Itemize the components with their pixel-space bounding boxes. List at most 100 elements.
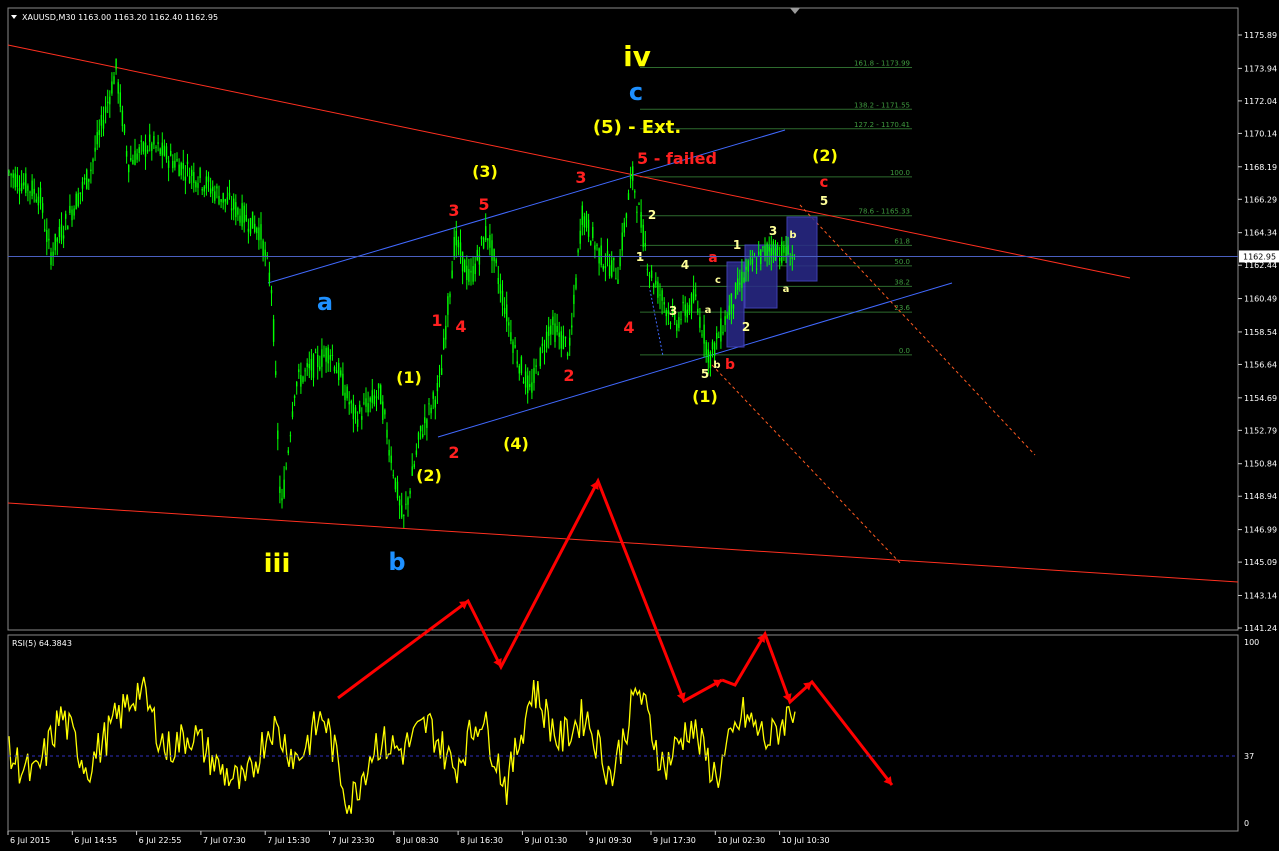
candle-body: [323, 354, 325, 357]
wave-label: (2): [812, 146, 838, 165]
candle-body: [224, 199, 226, 202]
candle-body: [489, 235, 491, 248]
candle-body: [716, 332, 718, 339]
candle-body: [436, 382, 439, 392]
candle-body: [602, 265, 604, 270]
candle-body: [396, 481, 399, 499]
candle-body: [111, 81, 113, 94]
time-tick-label: 7 Jul 15:30: [267, 836, 310, 845]
fib-level-label: 138.2 - 1171.55: [854, 101, 910, 109]
candle-body: [155, 146, 157, 148]
candle-body: [317, 354, 319, 368]
candle-body: [665, 309, 667, 317]
candle-body: [245, 215, 247, 221]
candle-body: [107, 101, 109, 104]
candle-body: [503, 308, 506, 314]
candle-body: [653, 284, 655, 288]
candle-body: [41, 203, 44, 213]
candle-body: [398, 499, 401, 506]
candle-body: [613, 257, 615, 261]
wave-label: b: [713, 360, 720, 371]
candle-body: [564, 336, 567, 339]
candle-body: [695, 294, 697, 297]
candle-body: [79, 192, 82, 194]
candle-body: [539, 348, 541, 367]
candle-body: [422, 434, 424, 438]
candle-body: [501, 290, 504, 306]
candle-body: [239, 215, 241, 223]
fib-level-label: 78.6 - 1165.33: [858, 208, 910, 216]
candle-body: [632, 166, 634, 181]
candle-body: [10, 173, 12, 176]
candle-body: [50, 252, 52, 265]
candle-body: [350, 400, 352, 404]
candle-body: [543, 350, 546, 352]
candle-body: [344, 392, 346, 401]
candle-body: [617, 279, 619, 284]
price-tick-label: 1164.34: [1244, 229, 1277, 238]
candle-body: [310, 358, 313, 371]
candle-body: [741, 271, 743, 288]
candle-body: [518, 365, 520, 374]
wave-label: 5: [820, 194, 828, 208]
candle-body: [382, 401, 384, 420]
wave-label: 3: [448, 201, 459, 220]
candle-body: [743, 277, 745, 283]
candle-body: [577, 249, 579, 253]
candle-body: [787, 244, 789, 255]
price-tick-label: 1170.14: [1244, 129, 1277, 138]
candle-body: [256, 227, 258, 234]
price-tick-label: 1143.14: [1244, 591, 1277, 600]
candle-body: [119, 92, 121, 107]
candle-body: [287, 450, 289, 453]
candle-body: [592, 226, 594, 239]
candle-body: [304, 370, 306, 372]
candle-body: [283, 479, 285, 498]
candle-body: [321, 349, 323, 367]
candle-body: [302, 376, 304, 383]
fib-level-label: 61.8: [894, 237, 910, 245]
candle-body: [369, 397, 371, 402]
candle-body: [493, 248, 495, 262]
candle-body: [550, 325, 552, 335]
candle-body: [222, 193, 224, 203]
candle-body: [308, 363, 310, 369]
candle-body: [220, 199, 222, 202]
candle-body: [182, 163, 184, 169]
candle-body: [243, 205, 245, 223]
candle-body: [512, 341, 514, 353]
candle-body: [212, 186, 214, 192]
candle-body: [755, 268, 758, 270]
candle-body: [33, 188, 35, 194]
candle-body: [329, 355, 331, 360]
candle-body: [293, 395, 296, 399]
candle-body: [737, 278, 739, 290]
price-tick-label: 1156.64: [1244, 360, 1277, 369]
candle-body: [703, 324, 705, 344]
wave-label: c: [715, 275, 721, 286]
candle-body: [587, 219, 590, 237]
wave-label: a: [705, 305, 712, 316]
candle-body: [497, 277, 499, 284]
wave-label: c: [629, 78, 643, 106]
candle-body: [642, 224, 644, 248]
candle-body: [39, 187, 42, 203]
candle-body: [191, 169, 193, 177]
candle-body: [77, 193, 79, 207]
candle-body: [165, 146, 168, 160]
candle-body: [359, 404, 361, 412]
candle-body: [384, 409, 386, 415]
fib-level-label: 0.0: [899, 347, 910, 355]
candle-body: [94, 147, 96, 152]
candle-body: [151, 143, 153, 151]
candle-body: [426, 419, 428, 428]
candle-body: [529, 384, 531, 388]
candle-body: [554, 323, 556, 343]
candle-body: [596, 244, 598, 246]
candle-body: [445, 325, 447, 340]
candle-body: [585, 213, 588, 228]
candle-body: [514, 345, 516, 348]
candle-body: [289, 435, 292, 437]
candle-body: [732, 304, 735, 309]
candle-body: [470, 270, 472, 273]
